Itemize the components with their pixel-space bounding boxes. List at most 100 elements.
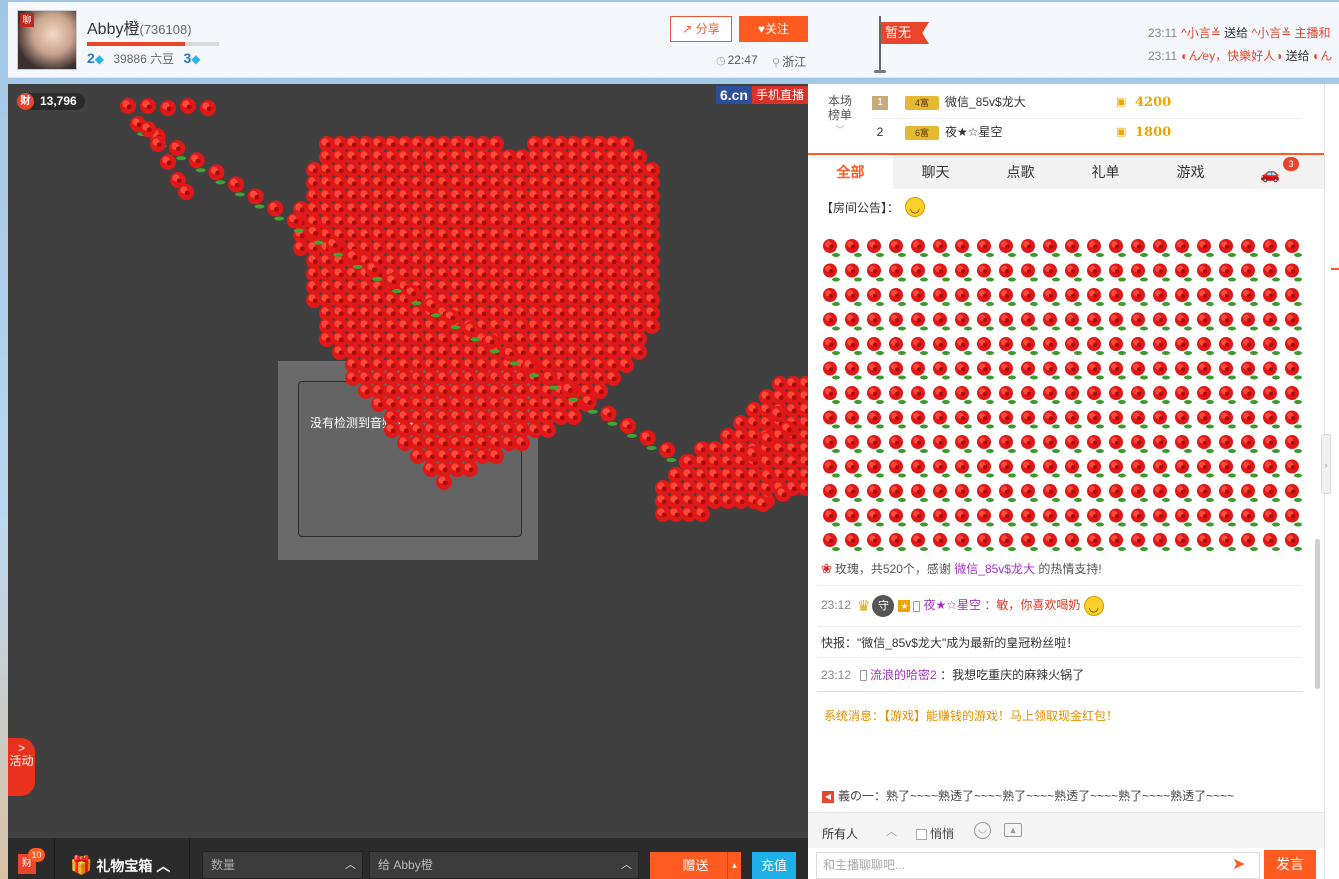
chat-scrollbar[interactable] xyxy=(1315,539,1320,689)
image-icon[interactable]: ▲ xyxy=(1004,823,1022,837)
rose-icon xyxy=(1131,386,1145,400)
divider xyxy=(189,838,190,879)
chevron-up-icon[interactable]: ︿ xyxy=(621,852,632,878)
rose-icon xyxy=(681,506,697,522)
rose-icon xyxy=(631,214,647,230)
anchor-name-text: Abby橙 xyxy=(87,21,140,38)
rose-icon xyxy=(694,480,710,496)
divider xyxy=(818,691,1302,692)
rose-icon xyxy=(527,149,543,165)
chat-toolbar: 所有人 ︿ 悄悄 ◡ ▲ xyxy=(808,812,1324,848)
feed-user[interactable]: ^小言≚ xyxy=(1181,26,1221,40)
leaf-shape xyxy=(1294,375,1302,380)
rose-icon xyxy=(955,386,969,400)
rose-icon xyxy=(501,162,517,178)
rose-icon xyxy=(955,288,969,302)
rose-icon xyxy=(618,175,634,191)
share-button[interactable]: ↗ 分享 xyxy=(670,16,732,42)
rose-icon xyxy=(955,484,969,498)
rose-icon xyxy=(1197,263,1211,278)
feed-target[interactable]: ◐ん xyxy=(1313,49,1332,63)
ranking-label[interactable]: 本场 榜单 ﹀ xyxy=(820,94,860,137)
leaf-shape xyxy=(1250,449,1258,453)
chat-log[interactable]: 【房间公告】： ◡ ❀ 玫瑰，共520个，感谢 微信_85v$龙大 的热情支持! … xyxy=(808,191,1314,776)
leaf-shape xyxy=(1030,351,1038,355)
leaf-shape xyxy=(854,400,862,404)
gift-thanks-user[interactable]: 微信_85v$龙大 xyxy=(954,562,1035,576)
ranking-row[interactable]: 2 6富 夜★☆星空 ▣ 1800 xyxy=(872,118,1296,147)
leaf-shape xyxy=(1118,449,1126,453)
rose-icon xyxy=(371,240,387,256)
leaf-shape xyxy=(1096,351,1104,355)
send-gift-dropdown-icon[interactable]: ▲ xyxy=(727,852,741,879)
rose-icon xyxy=(644,201,660,217)
rose-icon xyxy=(579,344,595,360)
leaf-shape xyxy=(1074,302,1082,306)
rose-icon xyxy=(1241,508,1255,523)
rose-icon xyxy=(200,100,216,116)
rose-icon xyxy=(1175,410,1189,425)
tab-gift-list[interactable]: 礼单 xyxy=(1063,155,1148,189)
gift-box-button[interactable]: 🎁 礼物宝箱 ︿ xyxy=(70,838,170,879)
wealth-badge[interactable]: 财 13,796 xyxy=(17,93,85,110)
recipient-select[interactable]: 给 Abby橙 ︿ xyxy=(369,851,639,879)
rose-icon xyxy=(501,318,517,334)
follow-button[interactable]: ♥关注 xyxy=(739,16,808,42)
activity-button[interactable]: > 活动 xyxy=(8,738,35,796)
tab-chat[interactable]: 聊天 xyxy=(893,155,978,189)
message-user[interactable]: 流浪的哈密2 xyxy=(870,668,937,682)
ranking-user-name[interactable]: 夜★☆星空 xyxy=(945,118,1003,147)
ranking-user-name[interactable]: 微信_85v$龙大 xyxy=(945,88,1026,117)
rose-icon xyxy=(1153,386,1167,400)
anchor-avatar[interactable]: 聊 xyxy=(17,10,77,70)
send-message-button[interactable]: 发言 xyxy=(1264,850,1316,879)
wealth-count: 13,796 xyxy=(40,94,77,108)
collapse-handle[interactable]: › xyxy=(1321,434,1331,494)
car-icon[interactable]: 🚗 xyxy=(1260,164,1280,184)
ranking-row[interactable]: 1 4富 微信_85v$龙大 ▣ 4200 xyxy=(872,88,1296,117)
feed-target[interactable]: ^小言≚ 主播和 xyxy=(1252,26,1331,40)
leaf-shape xyxy=(876,400,884,404)
tab-games[interactable]: 游戏 xyxy=(1148,155,1233,189)
chevron-up-icon[interactable]: ︿ xyxy=(345,852,356,878)
emoji-icon[interactable]: ◡ xyxy=(974,822,991,839)
rose-icon xyxy=(889,361,903,376)
rose-icon xyxy=(462,344,478,360)
rose-icon xyxy=(449,227,465,243)
rose-icon xyxy=(436,279,452,295)
rose-icon xyxy=(1153,239,1167,253)
leaf-shape xyxy=(1294,351,1302,355)
tab-songs[interactable]: 点歌 xyxy=(978,155,1063,189)
rose-icon xyxy=(1153,508,1167,523)
rose-icon xyxy=(618,227,634,243)
tab-all[interactable]: 全部 xyxy=(808,155,893,189)
rose-icon xyxy=(397,188,413,204)
video-player[interactable]: 财 13,796 6.cn 手机直播 没有检测到音频设备 > 活动 xyxy=(8,84,808,838)
rose-icon xyxy=(475,214,491,230)
system-message[interactable]: 系统消息：【游戏】能赚钱的游戏！马上领取现金红包！ xyxy=(824,707,1118,724)
leaf-shape xyxy=(1250,375,1258,380)
rank-flag[interactable]: 暂无 xyxy=(881,22,929,44)
gift-count-badge: 10 xyxy=(28,848,45,862)
whisper-checkbox[interactable]: 悄悄 xyxy=(916,825,954,842)
chat-input[interactable]: 和主播聊聊吧... xyxy=(816,852,1260,879)
rose-icon xyxy=(345,253,361,269)
checkbox-icon[interactable] xyxy=(916,829,927,841)
leaf-shape xyxy=(1272,449,1280,453)
grin-emoji-icon: ◡ xyxy=(1083,596,1104,616)
rose-icon xyxy=(540,357,556,373)
rose-icon xyxy=(772,480,788,496)
chevron-up-icon[interactable]: ︿ xyxy=(886,823,897,839)
leaf-shape xyxy=(235,192,245,197)
rose-icon xyxy=(514,214,530,230)
feed-user[interactable]: ◐ん∕ey，快樂好人◑ xyxy=(1181,49,1282,63)
quantity-input[interactable]: 数量 ︿ xyxy=(202,851,363,879)
rose-icon xyxy=(150,136,166,152)
paper-plane-icon[interactable]: ➤ xyxy=(1232,854,1245,874)
recipient-select[interactable]: 所有人 xyxy=(822,825,858,842)
rose-icon xyxy=(384,240,400,256)
message-user[interactable]: 夜★☆星空 xyxy=(923,598,981,612)
recharge-button[interactable]: 充值 xyxy=(752,852,796,879)
rose-icon xyxy=(462,305,478,321)
leaf-shape xyxy=(1074,424,1082,429)
